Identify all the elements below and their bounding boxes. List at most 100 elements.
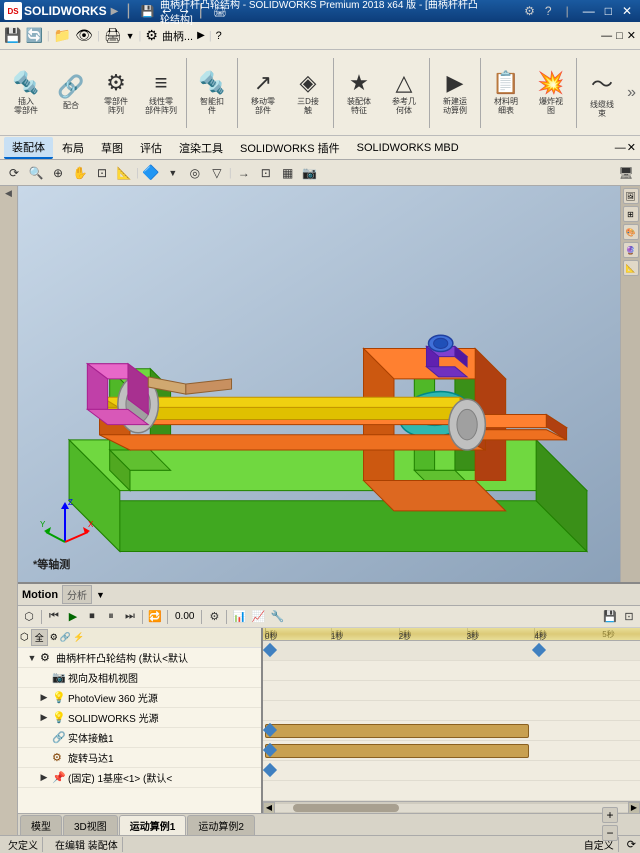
- stop-btn[interactable]: ⏹: [83, 608, 101, 626]
- print-arrow[interactable]: ▼: [126, 31, 135, 41]
- tab-motion1[interactable]: 运动算例1: [119, 815, 187, 835]
- section-view-icon[interactable]: ⊡: [92, 163, 112, 183]
- tree-item-root[interactable]: ▼ ⚙ 曲柄杆杆凸轮结构 (默认<默认: [18, 648, 261, 668]
- help-btn[interactable]: ?: [216, 30, 222, 42]
- decals-btn[interactable]: 📐: [623, 260, 639, 276]
- timeline-hscroll[interactable]: ◀ ▶: [263, 801, 640, 813]
- filter-icon[interactable]: ⬡: [20, 608, 38, 626]
- toolbar-btn-new-motion[interactable]: ▶ 新建运动算例: [433, 53, 477, 133]
- motion-type-label[interactable]: 分析: [62, 585, 92, 604]
- export-btn[interactable]: 💾: [601, 608, 619, 626]
- view-palette-btn[interactable]: 🖼: [623, 188, 639, 204]
- tree-item-contact[interactable]: ▶ 🔗 实体接触1: [18, 728, 261, 748]
- toolbar-btn-move[interactable]: ↗ 移动零部件: [241, 53, 285, 133]
- close-button[interactable]: ✕: [618, 4, 636, 18]
- expand-arrow[interactable]: ▶: [111, 6, 119, 17]
- tree-filter-icon4[interactable]: ⚡: [73, 632, 84, 643]
- toolbar-btn-bom[interactable]: 📋 材料明细表: [484, 53, 528, 133]
- status-rebuild-icon[interactable]: ⟳: [627, 838, 636, 851]
- view-settings-panel-btn[interactable]: ⊞: [623, 206, 639, 222]
- zoom-fit-icon[interactable]: 🔍: [26, 163, 46, 183]
- sim-icon-3[interactable]: 🔧: [268, 608, 286, 626]
- tree-expand-photoview[interactable]: ▶: [38, 692, 50, 704]
- hide-show-icon[interactable]: ◎: [185, 163, 205, 183]
- zoom-select-icon[interactable]: ⊕: [48, 163, 68, 183]
- expand-btn[interactable]: ▶: [197, 30, 205, 41]
- panel-min-btn[interactable]: —: [615, 142, 626, 154]
- hscroll-left-btn[interactable]: ◀: [263, 802, 275, 814]
- fullscreen-btn[interactable]: ⊡: [620, 608, 638, 626]
- zoom-out-timeline-btn[interactable]: −: [602, 825, 618, 841]
- pan-icon[interactable]: ✋: [70, 163, 90, 183]
- zoom-in-timeline-btn[interactable]: +: [602, 807, 618, 823]
- toolbar-btn-assembly-feature[interactable]: ★ 装配体特征: [337, 53, 381, 133]
- window-controls[interactable]: ⚙ ? | — □ ✕: [520, 4, 636, 18]
- menu-mbd[interactable]: SOLIDWORKS MBD: [349, 140, 467, 156]
- save-icon[interactable]: 💾: [141, 5, 155, 18]
- pause-btn[interactable]: ⏸: [102, 608, 120, 626]
- tab-3dview[interactable]: 3D视图: [63, 815, 118, 835]
- fast-forward-btn[interactable]: ⏭: [121, 608, 139, 626]
- file-menu-btn[interactable]: 📁: [54, 27, 71, 44]
- tree-item-photoview[interactable]: ▶ 💡 PhotoView 360 光源: [18, 688, 261, 708]
- menu-layout[interactable]: 布局: [54, 138, 92, 158]
- motor-bar[interactable]: [265, 744, 529, 758]
- options-icon[interactable]: ⚙: [145, 27, 158, 44]
- view-settings-icon[interactable]: ⊡: [256, 163, 276, 183]
- tree-item-sw-lights[interactable]: ▶ 💡 SOLIDWORKS 光源: [18, 708, 261, 728]
- shadows-icon[interactable]: ▦: [278, 163, 298, 183]
- view-orient-icon[interactable]: 📐: [114, 163, 134, 183]
- toolbar-btn-insert-part[interactable]: 🔩 插入零部件: [4, 53, 48, 133]
- tree-expand-root[interactable]: ▼: [26, 652, 38, 664]
- sim-icon-2[interactable]: 📈: [249, 608, 267, 626]
- toolbar-expand-right[interactable]: »: [627, 84, 636, 102]
- 3d-viewport[interactable]: Z X Y *等轴测 🖼 ⊞ 🎨 🔮: [18, 186, 640, 582]
- display-style-icon[interactable]: 🔷: [141, 163, 161, 183]
- toolbar-btn-ref-geometry[interactable]: △ 参考几何体: [382, 53, 426, 133]
- toolbar-btn-explode[interactable]: 💥 爆炸视图: [529, 53, 573, 133]
- tree-filter-btn[interactable]: ⬡: [20, 632, 29, 643]
- sidebar-collapse-btn[interactable]: ◀: [5, 188, 12, 199]
- ambient-occlusion-icon[interactable]: 📷: [300, 163, 320, 183]
- rebuild-icon[interactable]: 🔄: [25, 27, 42, 44]
- scene-btn[interactable]: 🔮: [623, 242, 639, 258]
- tree-item-base[interactable]: ▶ 📌 (固定) 1基座<1> (默认<: [18, 768, 261, 788]
- motion-dropdown-arrow[interactable]: ▼: [96, 590, 105, 600]
- print-menu-btn[interactable]: 🖨: [104, 27, 122, 44]
- contact-bar[interactable]: [265, 724, 529, 738]
- tab-model[interactable]: 模型: [20, 815, 62, 835]
- tree-filter-icon2[interactable]: ⚙: [50, 632, 58, 643]
- tree-item-motor[interactable]: ▶ ⚙ 旋转马达1: [18, 748, 261, 768]
- minimize-button[interactable]: —: [579, 4, 599, 18]
- rewind-btn[interactable]: ⏮: [45, 608, 63, 626]
- tree-filter-all[interactable]: 全: [31, 629, 48, 646]
- diamond-root-start[interactable]: [263, 643, 277, 657]
- menu-render[interactable]: 渲染工具: [171, 138, 231, 158]
- display-manager-btn[interactable]: 🎨: [623, 224, 639, 240]
- min-sw-btn[interactable]: —: [601, 30, 612, 42]
- close-sw-btn[interactable]: ✕: [627, 29, 636, 42]
- loop-btn[interactable]: 🔁: [146, 608, 164, 626]
- menu-evaluate[interactable]: 评估: [132, 138, 170, 158]
- monitor-icon[interactable]: 🖥: [616, 163, 636, 183]
- restore-button[interactable]: □: [601, 4, 616, 18]
- tree-expand-sw-lights[interactable]: ▶: [38, 712, 50, 724]
- menu-assembly[interactable]: 装配体: [4, 137, 53, 159]
- toolbar-btn-3d-contact[interactable]: ◈ 三D接触: [286, 53, 330, 133]
- play-btn[interactable]: ▶: [64, 608, 82, 626]
- apply-scene-icon[interactable]: →: [234, 163, 254, 183]
- hscroll-thumb[interactable]: [293, 804, 399, 812]
- quick-save-icon[interactable]: 💾: [4, 27, 21, 44]
- display-arrow[interactable]: ▼: [163, 163, 183, 183]
- rotate-icon[interactable]: ⟳: [4, 163, 24, 183]
- diamond-base[interactable]: [263, 763, 277, 777]
- tab-motion2[interactable]: 运动算例2: [187, 815, 255, 835]
- gear-icon[interactable]: ⚙: [520, 4, 539, 18]
- view-menu-btn[interactable]: 👁: [75, 27, 93, 44]
- speed-btn[interactable]: ⚙: [205, 608, 223, 626]
- toolbar-btn-mate[interactable]: 🔗 配合: [49, 53, 93, 133]
- diamond-root-end[interactable]: [532, 643, 546, 657]
- hscroll-right-btn[interactable]: ▶: [628, 802, 640, 814]
- tree-item-camera[interactable]: ▶ 📷 视向及相机视图: [18, 668, 261, 688]
- toolbar-btn-smart-fastener[interactable]: 🔩 智能扣件: [190, 53, 234, 133]
